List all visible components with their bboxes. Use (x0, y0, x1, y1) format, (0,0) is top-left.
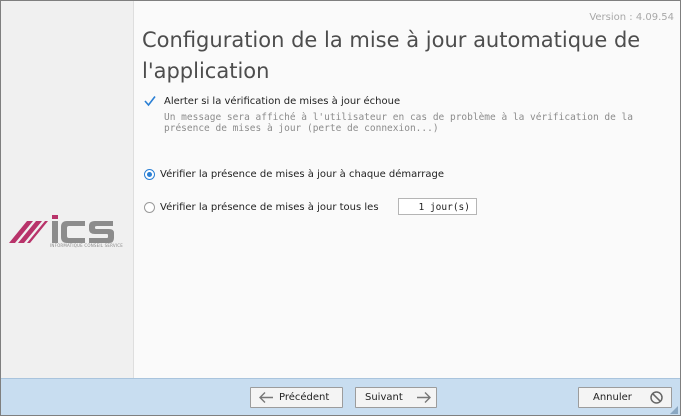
arrow-right-icon (417, 392, 431, 403)
logo-caption: INFORMATIQUE CONSEIL SERVICE (50, 243, 123, 248)
ics-logo (9, 215, 114, 243)
checkmark-icon (144, 96, 156, 107)
logo-letter-s (89, 221, 114, 243)
left-panel: INFORMATIQUE CONSEIL SERVICE (1, 1, 134, 378)
version-label: Version : 4.09.54 (589, 12, 674, 23)
cancel-circle-icon (650, 391, 663, 404)
radio-check-interval-label[interactable]: Vérifier la présence de mises à jour tou… (160, 202, 379, 213)
cancel-button-label: Annuler (593, 392, 632, 403)
alert-checkbox[interactable] (143, 94, 157, 108)
logo-letter-i (52, 221, 58, 243)
arrow-left-icon (259, 392, 273, 403)
resize-grip-icon[interactable] (670, 406, 678, 414)
alert-description: Un message sera affiché à l'utilisateur … (164, 112, 633, 134)
alert-checkbox-label[interactable]: Alerter si la vérification de mises à jo… (164, 96, 400, 107)
cancel-button[interactable]: Annuler (578, 387, 672, 408)
radio-check-interval[interactable] (144, 202, 155, 213)
page-title: Configuration de la mise à jour automati… (142, 28, 641, 83)
logo-letter-c (61, 221, 85, 243)
previous-button[interactable]: Précédent (250, 387, 343, 408)
interval-days-input[interactable]: 1 jour(s) (398, 198, 477, 215)
wizard-window: INFORMATIQUE CONSEIL SERVICE Version : 4… (0, 0, 681, 416)
bottom-bar: Précédent Suivant Annuler (1, 378, 680, 415)
logo-letter-i-dot (52, 215, 58, 219)
radio-check-at-startup-label[interactable]: Vérifier la présence de mises à jour à c… (160, 169, 444, 180)
next-button[interactable]: Suivant (355, 387, 437, 408)
next-button-label: Suivant (365, 392, 403, 403)
previous-button-label: Précédent (279, 392, 330, 403)
content-panel: Version : 4.09.54 Configuration de la mi… (134, 1, 680, 378)
radio-check-at-startup[interactable] (144, 169, 155, 180)
